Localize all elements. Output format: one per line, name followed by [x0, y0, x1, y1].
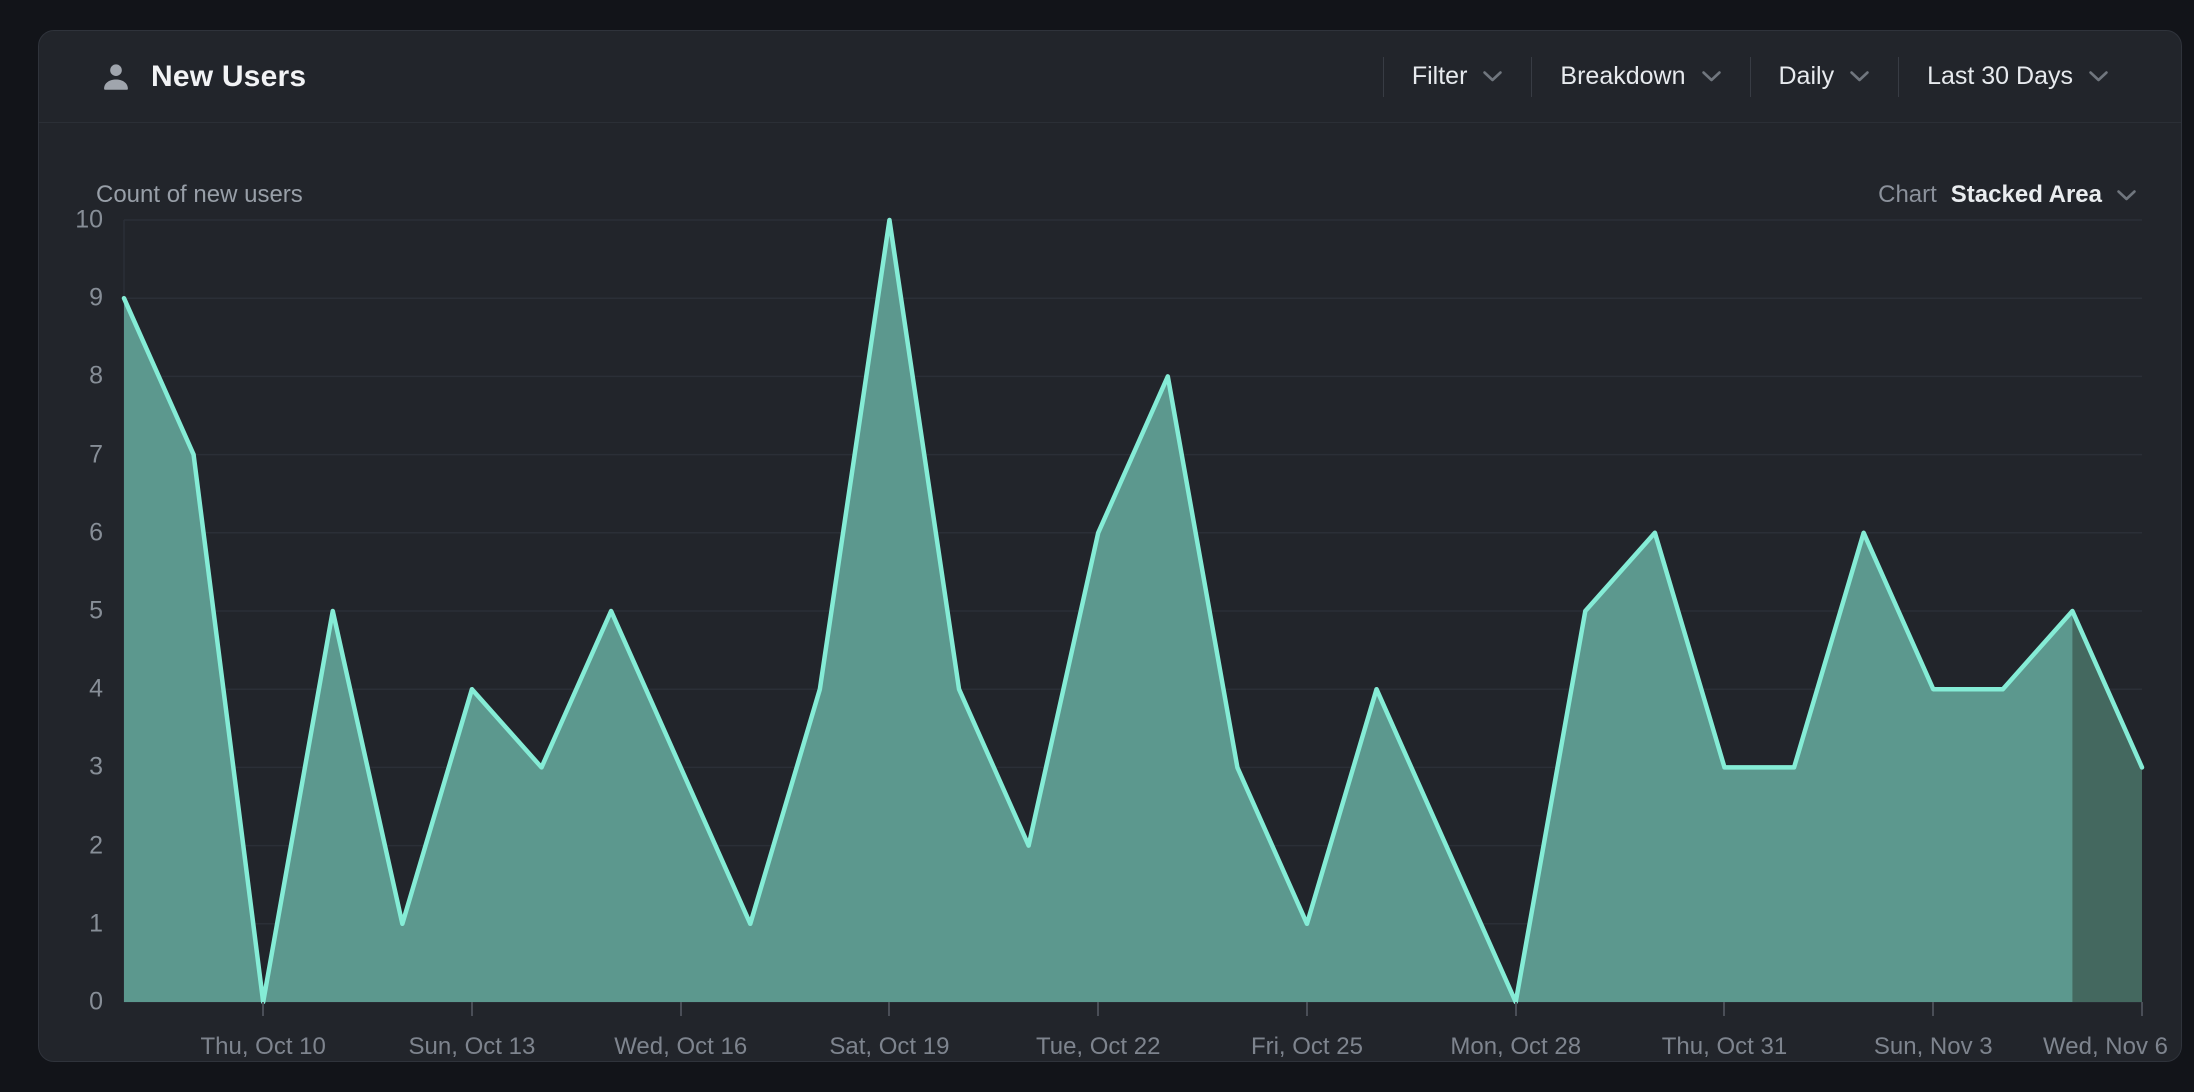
y-axis-label: 7 [39, 440, 103, 469]
x-axis-tick [1097, 1002, 1099, 1016]
x-axis-label: Wed, Nov 6 [2043, 1033, 2168, 1061]
y-axis-label: 1 [39, 909, 103, 938]
y-axis-label: 9 [39, 284, 103, 313]
x-axis-label: Wed, Oct 16 [614, 1033, 747, 1061]
x-axis-label: Sat, Oct 19 [829, 1033, 949, 1061]
y-axis-label: 0 [39, 988, 103, 1017]
y-axis-label: 2 [39, 831, 103, 860]
y-axis-label: 6 [39, 518, 103, 547]
x-axis-tick [1932, 1002, 1934, 1016]
x-axis-label: Sun, Nov 3 [1874, 1033, 1993, 1061]
x-axis-label: Thu, Oct 31 [1662, 1033, 1787, 1061]
area-chart[interactable]: 0 1 2 3 4 5 6 7 8 9 10 Thu, Oct 10 Sun, Oct 13 Wed, O… [39, 31, 2181, 1061]
x-axis-tick [1515, 1002, 1517, 1016]
x-axis-label: Thu, Oct 10 [200, 1033, 325, 1061]
plot-canvas[interactable] [39, 31, 2183, 1063]
y-axis-label: 3 [39, 753, 103, 782]
x-axis-label: Tue, Oct 22 [1036, 1033, 1161, 1061]
y-axis-label: 10 [39, 206, 103, 235]
x-axis-label: Sun, Oct 13 [409, 1033, 536, 1061]
x-axis-tick [888, 1002, 890, 1016]
x-axis-tick [262, 1002, 264, 1016]
x-axis-tick [680, 1002, 682, 1016]
x-axis-label: Mon, Oct 28 [1450, 1033, 1581, 1061]
area-fill-incomplete [2072, 611, 2142, 1002]
x-axis-tick [2141, 1002, 2143, 1016]
y-axis-label: 5 [39, 597, 103, 626]
x-axis-tick [471, 1002, 473, 1016]
x-axis-tick [1723, 1002, 1725, 1016]
x-axis-label: Fri, Oct 25 [1251, 1033, 1363, 1061]
y-axis-label: 8 [39, 362, 103, 391]
x-axis-tick [1306, 1002, 1308, 1016]
new-users-widget: New Users Filter Breakdown Daily Last 30… [38, 30, 2182, 1062]
y-axis-label: 4 [39, 675, 103, 704]
